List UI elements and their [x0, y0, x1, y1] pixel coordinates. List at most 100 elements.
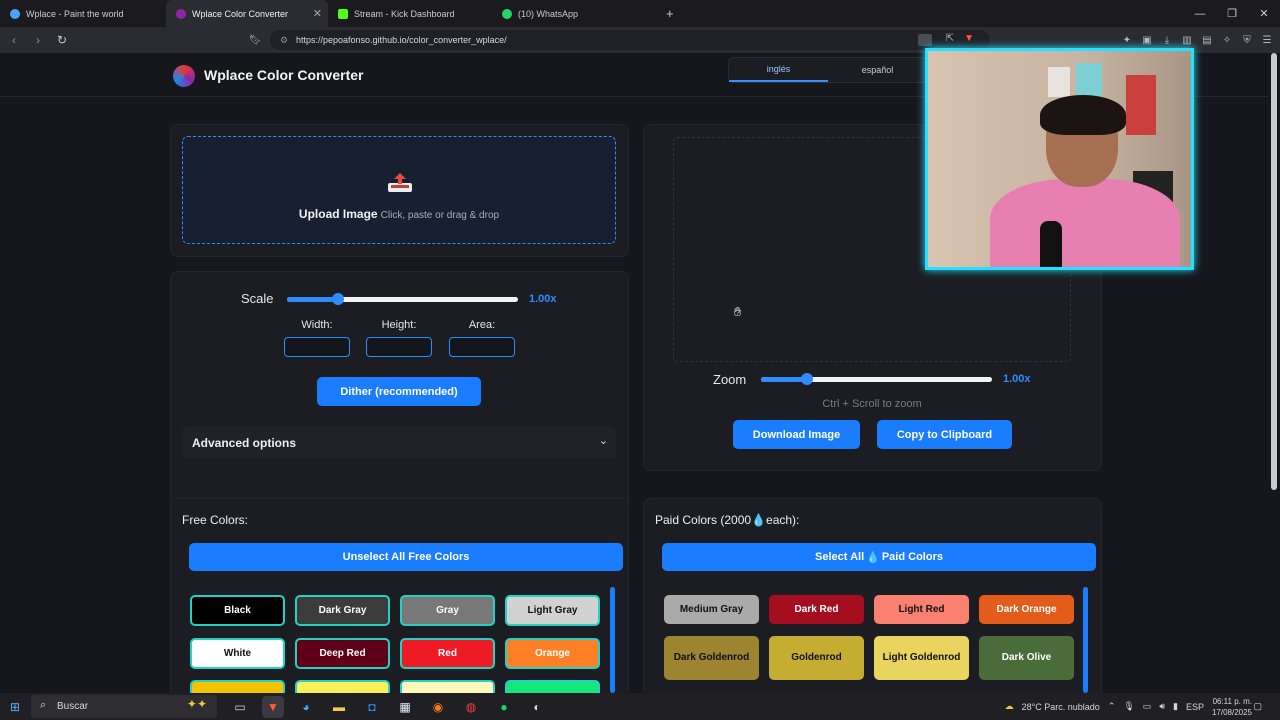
- site-icon: [176, 8, 186, 19]
- tab-color-converter[interactable]: Wplace Color Converter ✕: [166, 0, 328, 27]
- taskbar-search[interactable]: ⌕ Buscar ✦✦: [31, 695, 217, 718]
- free-colors-scrollbar[interactable]: [610, 587, 615, 693]
- upload-dropzone[interactable]: Upload Image Click, paste or drag & drop: [182, 136, 616, 244]
- app-icon[interactable]: ◐: [526, 696, 548, 718]
- scale-slider[interactable]: [287, 293, 518, 305]
- tab-whatsapp[interactable]: (10) WhatsApp: [492, 0, 656, 27]
- page-scrollbar[interactable]: [1271, 53, 1277, 490]
- windows-start-icon[interactable]: ⊞: [0, 693, 30, 720]
- color-button[interactable]: [505, 680, 600, 693]
- color-button[interactable]: [295, 680, 390, 693]
- color-button[interactable]: Black: [190, 595, 285, 626]
- restore-icon[interactable]: ❐: [1216, 0, 1248, 27]
- mic-icon[interactable]: 🎙︎: [1123, 701, 1134, 712]
- sidebar-icon[interactable]: ▥: [1180, 30, 1194, 50]
- brave-icon[interactable]: ▼: [262, 696, 284, 718]
- color-button[interactable]: [400, 680, 495, 693]
- download-icon[interactable]: ⤓: [1160, 30, 1174, 50]
- color-button[interactable]: Gray: [400, 595, 495, 626]
- vpn-icon[interactable]: ⛨: [1240, 30, 1254, 50]
- close-window-icon[interactable]: ✕: [1248, 0, 1280, 27]
- color-button[interactable]: Dark Red: [769, 595, 864, 624]
- download-image-button[interactable]: Download Image: [733, 420, 860, 449]
- color-button[interactable]: Dark Orange: [979, 595, 1074, 624]
- notification-icon[interactable]: ▢: [1253, 701, 1262, 712]
- color-label: White: [223, 647, 252, 659]
- task-view-icon[interactable]: ▭: [229, 696, 251, 718]
- copy-clipboard-button[interactable]: Copy to Clipboard: [877, 420, 1012, 449]
- color-button[interactable]: Dark Olive: [979, 636, 1074, 680]
- area-input[interactable]: [449, 337, 515, 357]
- unselect-free-colors-button[interactable]: Unselect All Free Colors: [189, 543, 623, 571]
- bookmark-icon[interactable]: 🔖︎: [248, 30, 262, 50]
- input-language[interactable]: ESP: [1186, 702, 1204, 712]
- color-button[interactable]: Deep Red: [295, 638, 390, 669]
- select-paid-colors-button[interactable]: Select All 💧 Paid Colors: [662, 543, 1096, 571]
- color-label: Goldenrod: [791, 652, 842, 663]
- color-button[interactable]: Dark Gray: [295, 595, 390, 626]
- clock[interactable]: 06:11 p. m. 17/08/2025: [1212, 696, 1252, 718]
- screenshot-icon[interactable]: ▣: [1140, 30, 1154, 50]
- color-label: Medium Gray: [679, 603, 744, 615]
- paid-colors-scrollbar[interactable]: [1083, 587, 1088, 693]
- outlook-icon[interactable]: ◘: [361, 696, 383, 718]
- scale-slider-fill: [287, 297, 338, 302]
- globe-icon: [10, 8, 20, 19]
- area-label: Area:: [468, 319, 496, 331]
- color-button[interactable]: [190, 680, 285, 693]
- minimize-icon[interactable]: —: [1184, 0, 1216, 27]
- menu-icon[interactable]: ☰: [1260, 30, 1274, 50]
- site-info-icon[interactable]: ⚙: [280, 35, 288, 46]
- scale-slider-thumb[interactable]: [331, 293, 344, 305]
- store-icon[interactable]: ▦: [394, 696, 416, 718]
- address-bar[interactable]: ⚙ https://pepoafonso.github.io/color_con…: [270, 30, 990, 50]
- share-icon[interactable]: ⇱: [946, 33, 954, 44]
- color-label: Orange: [534, 647, 570, 659]
- leo-icon[interactable]: ✧: [1220, 30, 1234, 50]
- zoom-slider[interactable]: [761, 373, 992, 385]
- spotify-icon[interactable]: ●: [493, 696, 515, 718]
- dither-button[interactable]: Dither (recommended): [317, 377, 481, 406]
- color-button[interactable]: Goldenrod: [769, 636, 864, 680]
- color-button[interactable]: Red: [400, 638, 495, 669]
- back-icon[interactable]: ‹: [4, 30, 24, 50]
- color-button[interactable]: Light Gray: [505, 595, 600, 626]
- width-input[interactable]: [284, 337, 350, 357]
- reload-icon[interactable]: ↻: [52, 30, 72, 50]
- volume-icon[interactable]: 🔊︎: [1159, 701, 1165, 712]
- forward-icon[interactable]: ›: [28, 30, 48, 50]
- firefox-icon[interactable]: ◉: [427, 696, 449, 718]
- tab-kick[interactable]: Stream - Kick Dashboard: [328, 0, 492, 27]
- height-input[interactable]: [366, 337, 432, 357]
- close-tab-icon[interactable]: ✕: [313, 7, 322, 20]
- brave-shield-icon[interactable]: ▼: [964, 33, 974, 44]
- color-label: Black: [224, 604, 251, 616]
- file-explorer-icon[interactable]: ▬: [328, 696, 350, 718]
- tray-chevron-icon[interactable]: ⌃: [1108, 701, 1116, 712]
- power-icon[interactable]: ▮: [1173, 701, 1178, 712]
- color-button[interactable]: White: [190, 638, 285, 669]
- edge-icon[interactable]: ◕: [295, 696, 317, 718]
- tab-wplace[interactable]: Wplace - Paint the world: [0, 0, 166, 27]
- browser-tabbar: Wplace - Paint the world Wplace Color Co…: [0, 0, 1280, 27]
- droplet-icon: 💧: [751, 513, 767, 527]
- color-button[interactable]: Light Goldenrod: [874, 636, 969, 680]
- color-button[interactable]: Dark Goldenrod: [664, 636, 759, 680]
- lang-option-ingles[interactable]: inglés: [729, 58, 828, 82]
- select-paid-prefix: Select All: [815, 551, 865, 563]
- color-button[interactable]: Light Red: [874, 595, 969, 624]
- toolbar-icons: ✦ ▣ ⤓ ▥ ▤ ✧ ⛨ ☰: [1120, 30, 1274, 50]
- weather-text[interactable]: 28°C Parc. nublado: [1022, 702, 1100, 712]
- advanced-options[interactable]: Advanced options ⌄: [182, 426, 616, 458]
- obs-icon[interactable]: ◍: [460, 696, 482, 718]
- new-tab-button[interactable]: +: [656, 0, 684, 27]
- translate-icon[interactable]: [918, 34, 932, 46]
- network-icon[interactable]: ▭: [1143, 701, 1152, 712]
- color-button[interactable]: Orange: [505, 638, 600, 669]
- color-button[interactable]: Medium Gray: [664, 595, 759, 624]
- wallet-icon[interactable]: ▤: [1200, 30, 1214, 50]
- extensions-icon[interactable]: ✦: [1120, 30, 1134, 50]
- scale-value: 1.00x: [529, 293, 557, 305]
- search-highlight-icon: ✦✦: [186, 697, 207, 711]
- lang-option-espanol[interactable]: español: [828, 58, 927, 82]
